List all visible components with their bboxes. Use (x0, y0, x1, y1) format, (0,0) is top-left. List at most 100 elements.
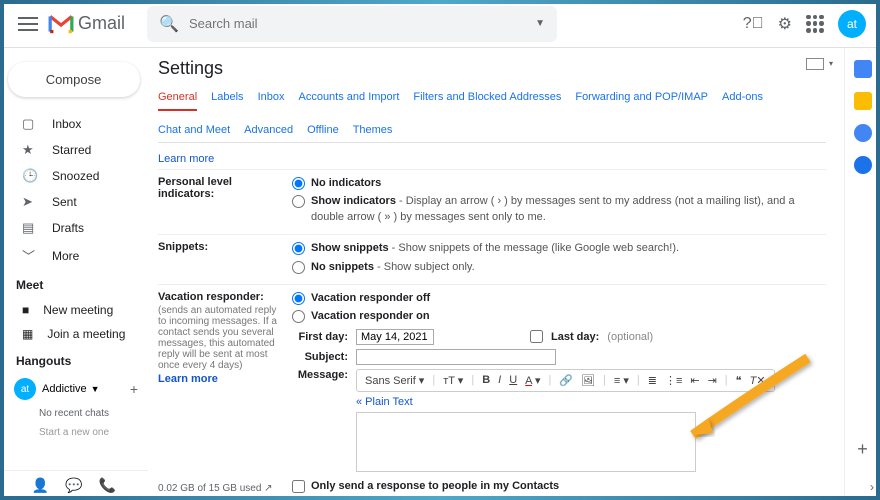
vacation-off-radio[interactable] (292, 292, 305, 305)
personal-level-indicators-row: Personal level indicators: No indicators… (158, 169, 826, 234)
logo-text: Gmail (78, 13, 125, 34)
format-toolbar: Sans Serif ▾| тT ▾| B I U A ▾| 🔗 🖼| ≡ ▾|… (356, 369, 775, 392)
meet-header: Meet (0, 270, 148, 298)
new-meeting[interactable]: ■New meeting (0, 298, 148, 322)
outdent-icon[interactable]: ⇤ (690, 374, 699, 387)
learn-more-vacation[interactable]: Learn more (158, 373, 284, 385)
vacation-label: Vacation responder: (sends an automated … (158, 291, 292, 493)
tab-themes[interactable]: Themes (353, 124, 393, 142)
tab-general[interactable]: General (158, 91, 197, 111)
page-title: Settings (158, 58, 826, 79)
tab-labels[interactable]: Labels (211, 91, 243, 110)
numlist-icon[interactable]: ≣ (648, 374, 657, 387)
search-options-icon[interactable]: ▼ (535, 18, 545, 29)
person-icon[interactable]: 👤 (32, 477, 49, 494)
tab-chat[interactable]: Chat and Meet (158, 124, 230, 142)
size-icon[interactable]: тT ▾ (443, 374, 463, 387)
quote-icon[interactable]: ❝ (736, 374, 742, 387)
chevron-down-icon: ﹀ (22, 246, 38, 265)
sidebar: + Compose ▢Inbox ★Starred 🕒Snoozed ➤Sent… (0, 48, 148, 500)
star-icon: ★ (22, 142, 38, 158)
tab-offline[interactable]: Offline (307, 124, 339, 142)
gmail-m-icon (48, 14, 74, 34)
sidebar-item-drafts[interactable]: ▤Drafts (0, 215, 148, 241)
tasks-icon[interactable] (854, 124, 872, 142)
side-panel-toggle[interactable]: › (870, 480, 874, 494)
bullist-icon[interactable]: ⋮≡ (665, 374, 682, 387)
message-label: Message: (292, 369, 348, 381)
clear-format-icon[interactable]: T✕ (750, 374, 766, 387)
help-icon[interactable]: ?⃝ (743, 15, 764, 33)
plain-text-link[interactable]: « Plain Text (356, 396, 413, 408)
start-new-chat[interactable]: Start a new one (0, 423, 148, 442)
account-avatar[interactable]: at (838, 10, 866, 38)
side-rail: + (844, 48, 880, 500)
vacation-on-radio[interactable] (292, 310, 305, 323)
density-toggle[interactable] (806, 58, 824, 70)
subject-input[interactable] (356, 349, 556, 365)
italic-icon[interactable]: I (498, 374, 501, 386)
compose-button[interactable]: + Compose (8, 62, 140, 97)
learn-more-link[interactable]: Learn more (158, 153, 214, 165)
snippets-row: Snippets: Show snippets - Show snippets … (158, 234, 826, 284)
add-chat-icon[interactable]: + (130, 381, 138, 397)
link-icon[interactable]: 🔗 (559, 374, 573, 387)
dropdown-icon[interactable]: ▼ (91, 384, 100, 394)
tab-addons[interactable]: Add-ons (722, 91, 763, 110)
clock-icon: 🕒 (22, 168, 38, 184)
vacation-responder-row: Vacation responder: (sends an automated … (158, 284, 826, 499)
message-body[interactable] (356, 412, 696, 472)
join-meeting[interactable]: ▦Join a meeting (0, 322, 148, 346)
storage-text[interactable]: 0.02 GB of 15 GB used ↗ (158, 483, 273, 494)
last-day-label: Last day: (551, 331, 599, 343)
tab-forwarding[interactable]: Forwarding and POP/IMAP (575, 91, 708, 110)
add-app-icon[interactable]: + (857, 439, 868, 460)
keep-icon[interactable] (854, 92, 872, 110)
sidebar-item-starred[interactable]: ★Starred (0, 137, 148, 163)
contacts-icon[interactable] (854, 156, 872, 174)
gmail-logo[interactable]: Gmail (48, 13, 125, 34)
calendar-icon[interactable] (854, 60, 872, 78)
subject-label: Subject: (292, 351, 348, 363)
snippets-label: Snippets: (158, 241, 292, 278)
underline-icon[interactable]: U (509, 374, 517, 386)
menu-icon[interactable] (18, 17, 38, 31)
gear-icon[interactable]: ⚙ (778, 14, 792, 34)
last-day-checkbox[interactable] (530, 330, 543, 343)
no-recent-chats: No recent chats (0, 404, 148, 423)
app-header: Gmail 🔍 ▼ ?⃝ ⚙ at (0, 0, 880, 48)
tab-filters[interactable]: Filters and Blocked Addresses (413, 91, 561, 110)
bold-icon[interactable]: B (482, 374, 490, 386)
no-snippets-radio[interactable] (292, 261, 305, 274)
apps-icon[interactable] (806, 15, 824, 33)
compose-label: Compose (46, 72, 102, 87)
sidebar-item-snoozed[interactable]: 🕒Snoozed (0, 163, 148, 189)
color-icon[interactable]: A ▾ (525, 374, 540, 387)
search-icon: 🔍 (159, 14, 179, 34)
camera-icon: ■ (22, 303, 29, 317)
mini-avatar: at (14, 378, 36, 400)
pli-no-indicators-radio[interactable] (292, 177, 305, 190)
indent-icon[interactable]: ⇥ (708, 374, 717, 387)
hangouts-self[interactable]: at Addictive ▼ + (0, 374, 148, 404)
search-bar[interactable]: 🔍 ▼ (147, 6, 557, 42)
sidebar-item-sent[interactable]: ➤Sent (0, 189, 148, 215)
first-day-input[interactable] (356, 329, 434, 345)
chat-icon[interactable]: 💬 (65, 477, 82, 494)
sidebar-item-more[interactable]: ﹀More (0, 241, 148, 270)
send-icon: ➤ (22, 194, 38, 210)
search-input[interactable] (189, 16, 525, 31)
settings-panel: Settings General Labels Inbox Accounts a… (148, 48, 844, 500)
tab-inbox[interactable]: Inbox (258, 91, 285, 110)
only-contacts-checkbox[interactable] (292, 480, 305, 493)
pli-label: Personal level indicators: (158, 176, 292, 228)
font-select[interactable]: Sans Serif ▾ (365, 374, 424, 387)
image-icon[interactable]: 🖼 (581, 374, 595, 387)
tab-accounts[interactable]: Accounts and Import (298, 91, 399, 110)
sidebar-item-inbox[interactable]: ▢Inbox (0, 111, 148, 137)
show-snippets-radio[interactable] (292, 242, 305, 255)
tab-advanced[interactable]: Advanced (244, 124, 293, 142)
pli-show-indicators-radio[interactable] (292, 195, 305, 208)
align-icon[interactable]: ≡ ▾ (614, 374, 629, 387)
phone-icon[interactable]: 📞 (99, 477, 116, 494)
